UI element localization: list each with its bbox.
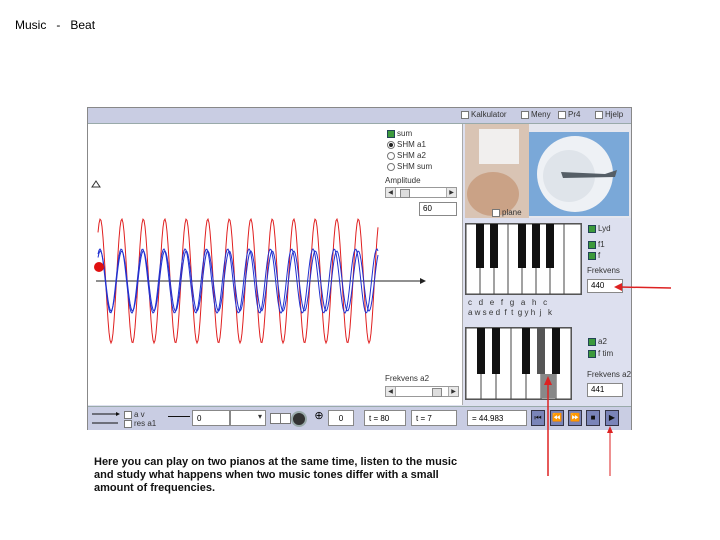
arrow-up-icon: [544, 376, 552, 385]
arrow-up-icon: [607, 426, 613, 433]
description-caption: Here you can play on two pianos at the s…: [94, 456, 458, 494]
arrow-left-icon: [614, 283, 622, 291]
annotation-arrow-frequency: [618, 286, 672, 289]
